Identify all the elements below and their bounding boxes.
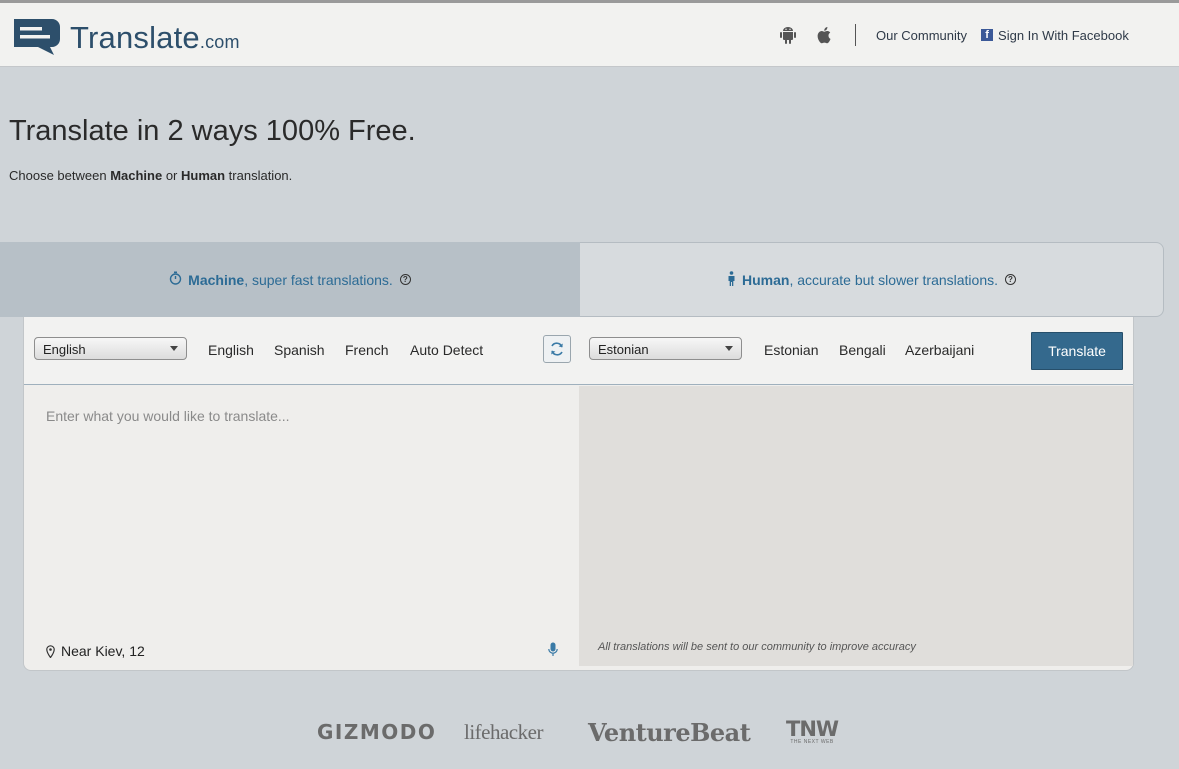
apple-icon[interactable]	[814, 25, 834, 45]
site-header: Translate.com Our Community f Sign In Wi…	[0, 3, 1179, 67]
logo-bubble-icon	[8, 15, 68, 55]
target-quick-azerbaijani[interactable]: Azerbaijani	[905, 342, 974, 358]
swap-languages-button[interactable]	[543, 335, 571, 363]
target-quick-bengali[interactable]: Bengali	[839, 342, 886, 358]
tab-machine[interactable]: Machine, super fast translations. ?	[0, 242, 580, 317]
page-title: Translate in 2 ways 100% Free.	[9, 115, 416, 147]
tab-human-bold: Human	[742, 271, 790, 288]
location-pin-icon	[46, 644, 55, 658]
facebook-signin-label: Sign In With Facebook	[998, 27, 1129, 43]
source-language-value: English	[43, 342, 86, 357]
logo-word: Translate	[70, 20, 200, 55]
press-logo-venturebeat: VentureBeat	[588, 717, 751, 747]
location-text: Near Kiev, 12	[61, 643, 145, 659]
community-note: All translations will be sent to our com…	[598, 641, 916, 653]
press-logo-tnw: TNW THE NEXT WEB	[786, 714, 839, 750]
source-quick-english[interactable]: English	[208, 342, 254, 358]
chevron-down-icon	[170, 346, 178, 351]
stopwatch-icon	[169, 271, 182, 288]
location-indicator: Near Kiev, 12	[46, 643, 145, 659]
translator-panel: English English Spanish French Auto Dete…	[23, 317, 1134, 671]
source-text-area: Near Kiev, 12	[24, 386, 579, 670]
header-nav: Our Community f Sign In With Facebook	[778, 17, 1129, 53]
tab-machine-desc: , super fast translations.	[244, 271, 393, 288]
person-icon	[727, 270, 736, 289]
subtitle-human: Human	[181, 168, 226, 183]
refresh-icon	[551, 342, 563, 356]
microphone-icon[interactable]	[548, 642, 560, 658]
our-community-link[interactable]: Our Community	[876, 28, 967, 43]
tnw-sub: THE NEXT WEB	[790, 739, 834, 745]
source-language-select[interactable]: English	[34, 337, 187, 360]
help-icon[interactable]: ?	[1005, 274, 1016, 285]
source-quick-french[interactable]: French	[345, 342, 389, 358]
help-icon[interactable]: ?	[399, 274, 411, 285]
tnw-letters: TNW	[786, 717, 839, 741]
translation-output-area: All translations will be sent to our com…	[579, 386, 1133, 666]
logo-text: Translate.com	[70, 20, 240, 56]
facebook-icon: f	[981, 29, 994, 41]
language-toolbar: English English Spanish French Auto Dete…	[24, 317, 1133, 385]
header-divider	[855, 24, 856, 46]
target-language-value: Estonian	[598, 342, 649, 357]
subtitle-machine: Machine	[110, 168, 163, 183]
source-quick-spanish[interactable]: Spanish	[274, 342, 325, 358]
tab-human-desc: , accurate but slower translations.	[789, 271, 998, 288]
page-subtitle: Choose between Machine or Human translat…	[9, 168, 292, 183]
source-text-input[interactable]	[46, 408, 556, 608]
subtitle-part: Choose between	[9, 168, 111, 183]
tab-human-label: Human, accurate but slower translations.…	[727, 270, 1016, 289]
tab-machine-label: Machine, super fast translations. ?	[169, 271, 411, 288]
translate-button[interactable]: Translate	[1031, 332, 1123, 370]
logo-domain: .com	[199, 32, 240, 52]
press-logo-gizmodo: GIZMODO	[317, 720, 437, 744]
source-quick-auto-detect[interactable]: Auto Detect	[410, 342, 483, 358]
target-language-select[interactable]: Estonian	[589, 337, 742, 360]
target-quick-estonian[interactable]: Estonian	[764, 342, 818, 358]
logo[interactable]: Translate.com	[8, 13, 240, 57]
mode-tabs: Machine, super fast translations. ? Huma…	[0, 242, 1164, 317]
tab-machine-bold: Machine	[188, 271, 245, 288]
press-logo-lifehacker: lifehacker	[464, 719, 543, 744]
tab-human[interactable]: Human, accurate but slower translations.…	[580, 242, 1164, 317]
facebook-signin-link[interactable]: f Sign In With Facebook	[981, 28, 1129, 43]
chevron-down-icon	[725, 346, 733, 351]
android-icon[interactable]	[778, 25, 798, 45]
subtitle-part: translation.	[225, 168, 293, 183]
subtitle-part: or	[162, 168, 181, 183]
